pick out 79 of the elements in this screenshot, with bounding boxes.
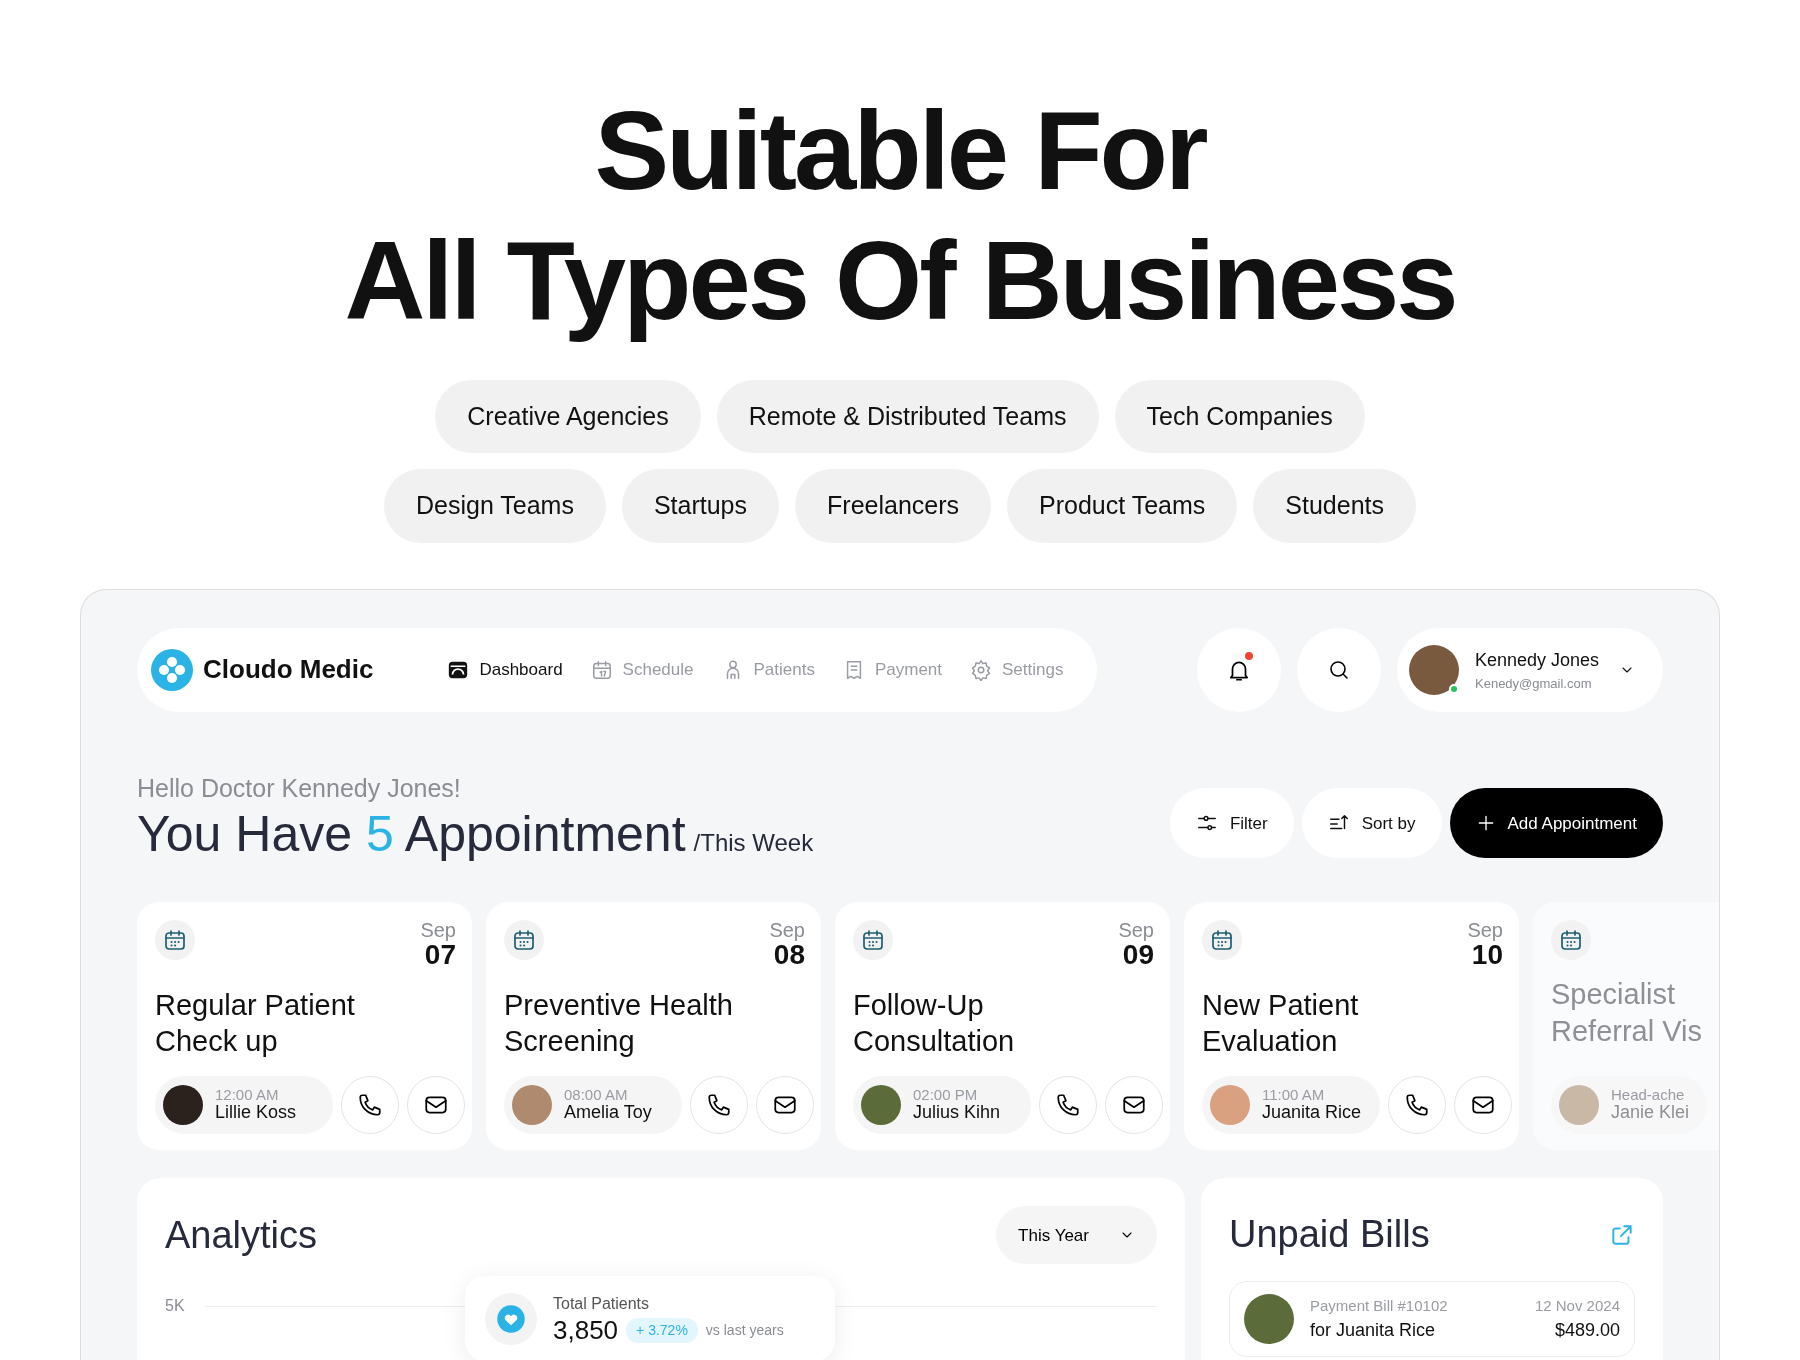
bill-date: 12 Nov 2024 bbox=[1534, 1295, 1620, 1316]
appointment-card[interactable]: Sep 07 Regular Patient Check up 12:00 AM Lillie Koss bbox=[137, 902, 472, 1151]
category-tag: Product Teams bbox=[1007, 469, 1238, 543]
period-label: /This Week bbox=[693, 828, 814, 859]
user-menu[interactable]: Kennedy Jones Kenedy@gmail.com bbox=[1397, 627, 1663, 712]
appointment-title: Follow-Up Consultation bbox=[853, 988, 1016, 1060]
phone-icon bbox=[1055, 1092, 1081, 1119]
calendar-icon bbox=[1559, 928, 1583, 953]
category-tag: Students bbox=[1253, 469, 1416, 543]
appointment-time: 02:00 PM bbox=[913, 1087, 979, 1103]
avatar bbox=[1244, 1294, 1294, 1345]
logo-icon bbox=[151, 648, 193, 691]
avatar bbox=[512, 1085, 552, 1126]
appointment-card[interactable]: Sep 09 Follow-Up Consultation 02:00 PM Julius Kihn bbox=[835, 902, 1170, 1151]
patient-name: Juanita Rice bbox=[1262, 1102, 1362, 1124]
bill-amount: $489.00 bbox=[1553, 1319, 1620, 1343]
category-tag: Design Teams bbox=[383, 469, 606, 543]
appointment-time: 08:00 AM bbox=[564, 1087, 629, 1103]
appointment-time: 12:00 AM bbox=[215, 1087, 280, 1103]
user-email: Kenedy@gmail.com bbox=[1475, 674, 1593, 693]
avatar bbox=[1210, 1085, 1250, 1126]
avatar bbox=[1559, 1085, 1599, 1126]
appointment-title: Regular Patient Check up bbox=[155, 988, 356, 1060]
date-day: 07 bbox=[420, 940, 456, 972]
panel-title: Unpaid Bills bbox=[1229, 1212, 1430, 1258]
category-tag: Creative Agencies bbox=[435, 379, 701, 454]
date-day: 10 bbox=[1467, 940, 1503, 972]
appointment-card[interactable]: Sep 08 Preventive Health Screening 08:00 AM Amelia Toy bbox=[486, 902, 821, 1151]
hero-title: Suitable For bbox=[593, 87, 1208, 215]
avatar bbox=[861, 1085, 901, 1126]
calendar-icon bbox=[590, 658, 613, 681]
appointments-headline: You Have 5 Appointment bbox=[137, 807, 686, 863]
bill-patient: for Juanita Rice bbox=[1310, 1319, 1437, 1343]
patient-name: Amelia Toy bbox=[564, 1102, 652, 1124]
bill-label: Payment Bill #10102 bbox=[1310, 1295, 1449, 1316]
user-name: Kennedy Jones bbox=[1475, 648, 1601, 672]
date-month: Sep bbox=[1467, 920, 1503, 941]
panel-title: Analytics bbox=[165, 1212, 318, 1258]
appointment-title: Specialist Referral Vis bbox=[1551, 977, 1703, 1049]
appointment-time: 11:00 AM bbox=[1262, 1087, 1326, 1103]
appointment-card[interactable]: Sep 10 New Patient Evaluation 11:00 AM Juanita Rice bbox=[1184, 902, 1519, 1151]
greeting-text: Hello Doctor Kennedy Jones! bbox=[137, 772, 462, 804]
date-month: Sep bbox=[769, 920, 805, 941]
toolbar-button[interactable]: Sort by bbox=[1301, 788, 1442, 859]
period-dropdown[interactable]: This Year bbox=[996, 1206, 1157, 1265]
brand-name: Cloudo Medic bbox=[203, 653, 374, 687]
bill-row[interactable]: Payment Bill #10102 for Juanita Rice 12 Nov 2024 $489.00 bbox=[1229, 1281, 1635, 1358]
patient-name: Lillie Koss bbox=[215, 1102, 297, 1124]
appointment-time: Head-ache bbox=[1611, 1087, 1686, 1103]
add-button[interactable]: Add Appointment bbox=[1449, 788, 1663, 859]
comparison-text: vs last years bbox=[705, 1321, 784, 1341]
summary-label: Total Patients bbox=[553, 1294, 651, 1315]
phone-icon bbox=[1404, 1092, 1430, 1119]
summary-value: 3,850 bbox=[553, 1316, 619, 1345]
toolbar-button[interactable]: Filter bbox=[1169, 788, 1294, 859]
category-tag: Tech Companies bbox=[1114, 379, 1365, 454]
date-month: Sep bbox=[1118, 920, 1154, 941]
appointment-title: New Patient Evaluation bbox=[1202, 988, 1360, 1060]
nav-tab[interactable]: Dashboard bbox=[433, 657, 577, 683]
change-badge: + 3.72% bbox=[626, 1318, 698, 1344]
hero-title: All Types Of Business bbox=[343, 216, 1457, 345]
calendar-icon bbox=[512, 928, 536, 953]
date-day: 09 bbox=[1118, 940, 1154, 972]
category-tag: Remote & Distributed Teams bbox=[716, 379, 1099, 454]
date-month: Sep bbox=[420, 920, 456, 941]
patient-name: Janie Klei bbox=[1611, 1102, 1690, 1124]
phone-icon bbox=[706, 1092, 732, 1119]
appointment-title: Preventive Health Screening bbox=[504, 988, 734, 1060]
date-day: 08 bbox=[769, 940, 805, 972]
calendar-icon bbox=[861, 928, 885, 953]
category-tag: Freelancers bbox=[795, 469, 992, 543]
avatar bbox=[163, 1085, 203, 1126]
category-tag: Startups bbox=[621, 469, 780, 543]
settings-icon bbox=[970, 658, 993, 681]
axis-tick-label: 5K bbox=[165, 1296, 186, 1317]
calendar-icon bbox=[163, 928, 187, 953]
patient-name: Julius Kihn bbox=[913, 1102, 1001, 1124]
phone-icon bbox=[357, 1092, 383, 1119]
calendar-icon bbox=[1210, 928, 1234, 953]
